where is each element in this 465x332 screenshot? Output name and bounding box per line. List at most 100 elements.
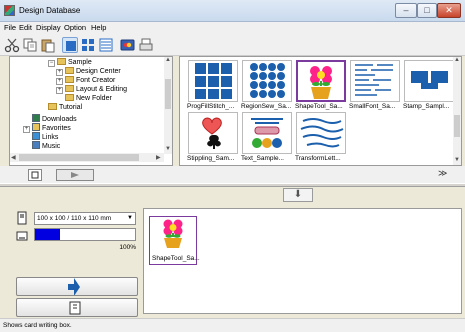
scroll-thumb[interactable] (454, 115, 460, 137)
design-thumbnail (202, 117, 222, 149)
window-title: Design Database (19, 6, 81, 15)
menu-edit[interactable]: Edit (19, 23, 32, 32)
scroll-down-icon[interactable]: ▼ (165, 146, 171, 152)
card-icon (16, 211, 28, 225)
tree-item-sample[interactable]: − Sample (48, 58, 92, 67)
scroll-thumb[interactable] (19, 154, 139, 161)
scroll-down-icon[interactable]: ▼ (454, 157, 460, 163)
gallery-item-label: ProgFillStitch_... (187, 103, 235, 110)
write-arrow-icon (68, 278, 80, 296)
downloads-icon (32, 114, 40, 122)
tree-item-font-creator[interactable]: + Font Creator (56, 76, 115, 85)
transfer-down-button[interactable]: ⬇ (283, 188, 313, 202)
progress-fill (35, 229, 60, 240)
design-gallery: ProgFillStitch_... RegionSew_Sa... Shape… (179, 56, 462, 166)
tree-item-design-center[interactable]: + Design Center (56, 67, 121, 76)
menu-file[interactable]: File (4, 23, 16, 32)
card-icon[interactable] (120, 37, 136, 53)
tree-item-layout-editing[interactable]: + Layout & Editing (56, 85, 127, 94)
folder-icon (57, 58, 66, 65)
scroll-thumb[interactable] (165, 79, 171, 109)
card-item-label: ShapeTool_Sa... (152, 255, 200, 262)
lower-toolbar: ≫ (0, 166, 465, 184)
tree-vertical-scrollbar[interactable]: ▲ ▼ (164, 57, 172, 154)
paste-icon[interactable] (40, 37, 56, 53)
folder-icon (48, 103, 57, 110)
gallery-item[interactable] (188, 112, 238, 154)
favorites-icon (32, 123, 40, 131)
gallery-item-label: RegionSew_Sa... (241, 103, 292, 110)
card-writer-icon (16, 230, 28, 242)
scroll-up-icon[interactable]: ▲ (165, 57, 171, 63)
card-writer-view-button[interactable] (28, 169, 42, 181)
details-view-icon[interactable] (98, 37, 114, 53)
progress-text: 100% (119, 244, 136, 251)
tree-item-links[interactable]: Links (32, 132, 58, 141)
menu-option[interactable]: Option (64, 23, 86, 32)
write-to-card-button[interactable] (16, 277, 138, 296)
gallery-item[interactable] (350, 60, 400, 102)
tree-item-favorites[interactable]: + Favorites (23, 123, 71, 133)
flower-pot-thumbnail (310, 66, 332, 99)
card-size-select[interactable]: 100 x 100 / 110 x 110 mm (34, 212, 136, 225)
design-thumbnail (251, 118, 283, 148)
tree-item-new-folder[interactable]: New Folder (65, 94, 112, 103)
expand-icon[interactable]: + (56, 69, 63, 76)
maximize-button[interactable]: □ (417, 3, 437, 18)
flower-pot-thumbnail (163, 219, 183, 248)
import-icon (69, 301, 81, 315)
links-icon (32, 132, 40, 140)
design-thumbnail (300, 118, 344, 148)
design-thumbnail (411, 71, 448, 89)
folder-icon (65, 85, 74, 92)
gallery-item-label: Stippling_Sam... (187, 155, 235, 162)
gallery-item-label: ShapeTool_Sa... (295, 103, 343, 110)
scroll-left-icon[interactable]: ◀ (11, 154, 16, 161)
menu-bar: File Edit Display Option Help (0, 22, 465, 34)
close-button[interactable]: ✕ (437, 3, 461, 18)
gallery-item-selected[interactable] (296, 60, 346, 102)
toolbar (0, 34, 465, 56)
tree-item-downloads[interactable]: Downloads (32, 114, 77, 123)
print-icon[interactable] (138, 37, 154, 53)
gallery-item-label: TransformLett... (295, 155, 341, 162)
panel-splitter[interactable] (0, 183, 465, 187)
scroll-up-icon[interactable]: ▲ (454, 57, 460, 63)
collapse-panel-icon[interactable]: ≫ (438, 168, 447, 179)
gallery-item[interactable] (404, 60, 454, 102)
tree-item-tutorial[interactable]: Tutorial (48, 103, 82, 112)
folder-icon (65, 94, 74, 101)
write-progress-bar (34, 228, 136, 241)
folder-tree: − Sample + Design Center + Font Creator + La… (9, 56, 173, 166)
gallery-item-label: Text_Sample... (241, 155, 284, 162)
gallery-item[interactable] (296, 112, 346, 154)
app-icon (4, 5, 15, 16)
design-thumbnail (195, 63, 232, 99)
folder-icon (65, 67, 74, 74)
copy-icon[interactable] (22, 37, 38, 53)
minimize-button[interactable]: – (395, 3, 417, 18)
tree-horizontal-scrollbar[interactable]: ◀ ▶ (10, 153, 164, 162)
import-button[interactable] (16, 298, 138, 317)
status-bar: Shows card writing box. (0, 318, 465, 332)
gallery-vertical-scrollbar[interactable]: ▲ ▼ (453, 57, 461, 165)
cut-icon[interactable] (4, 37, 20, 53)
gallery-item[interactable] (242, 112, 292, 154)
thumbnail-view-icon[interactable] (80, 37, 96, 53)
expand-icon[interactable]: + (23, 126, 30, 133)
collapse-icon[interactable]: − (48, 60, 55, 67)
tree-item-music[interactable]: Music (32, 141, 60, 150)
large-icons-view-icon[interactable] (62, 37, 78, 53)
gallery-item[interactable] (188, 60, 238, 102)
expand-icon[interactable]: + (56, 78, 63, 85)
transfer-view-button[interactable] (56, 169, 94, 181)
status-text: Shows card writing box. (3, 322, 72, 329)
card-item[interactable]: ShapeTool_Sa... (149, 216, 200, 265)
menu-help[interactable]: Help (91, 23, 106, 32)
scroll-right-icon[interactable]: ▶ (156, 154, 161, 161)
menu-display[interactable]: Display (36, 23, 61, 32)
gallery-item[interactable] (242, 60, 292, 102)
chevron-down-icon[interactable]: ▼ (125, 213, 135, 224)
expand-icon[interactable]: + (56, 87, 63, 94)
card-contents-area: ShapeTool_Sa... (143, 208, 462, 314)
